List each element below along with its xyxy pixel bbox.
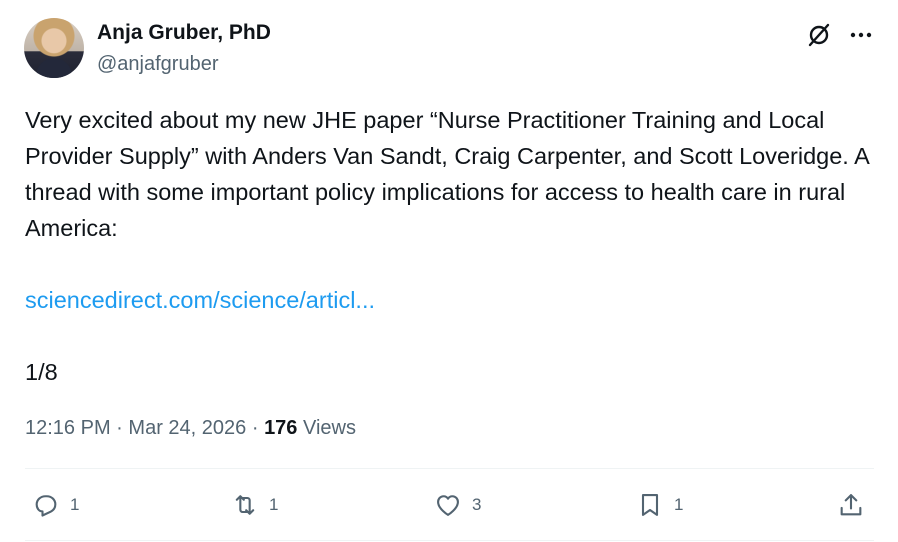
author-name[interactable]: Anja Gruber, PhD: [97, 21, 271, 45]
like-icon: [437, 495, 459, 516]
post-text: Very excited about my new JHE paper “Nur…: [25, 107, 869, 241]
avatar[interactable]: [24, 18, 84, 78]
divider: [25, 540, 874, 541]
repost-icon: [235, 495, 255, 515]
meta-separator: ·: [251, 417, 259, 439]
avatar-figure: [36, 58, 72, 78]
like-button[interactable]: 3: [434, 488, 481, 522]
bookmark-button[interactable]: 1: [636, 488, 683, 522]
post-time[interactable]: 12:16 PM: [25, 417, 111, 439]
like-count: 3: [472, 495, 482, 514]
share-button[interactable]: [837, 488, 865, 522]
divider: [25, 468, 874, 469]
more-icon[interactable]: [848, 22, 874, 48]
repost-count: 1: [269, 495, 279, 514]
repost-button[interactable]: 1: [231, 488, 278, 522]
author-handle[interactable]: @anjafgruber: [97, 53, 218, 76]
views-label: Views: [303, 417, 356, 439]
bookmark-count: 1: [674, 495, 684, 514]
meta-separator: ·: [116, 417, 123, 439]
bookmark-icon: [641, 494, 659, 516]
post-meta: 12:16 PM · Mar 24, 2026 · 176 Views: [25, 412, 356, 444]
article-link[interactable]: sciencedirect.com/science/articl...: [25, 282, 375, 318]
reply-count: 1: [70, 495, 80, 514]
share-icon: [840, 494, 862, 516]
reply-icon: [35, 495, 57, 517]
grok-icon[interactable]: [806, 22, 832, 48]
views-count: 176: [264, 417, 298, 439]
post-date[interactable]: Mar 24, 2026: [128, 417, 246, 439]
reply-button[interactable]: 1: [32, 488, 79, 522]
tweet: Anja Gruber, PhD @anjafgruber Very excit…: [0, 0, 898, 542]
thread-counter: 1/8: [25, 359, 58, 385]
